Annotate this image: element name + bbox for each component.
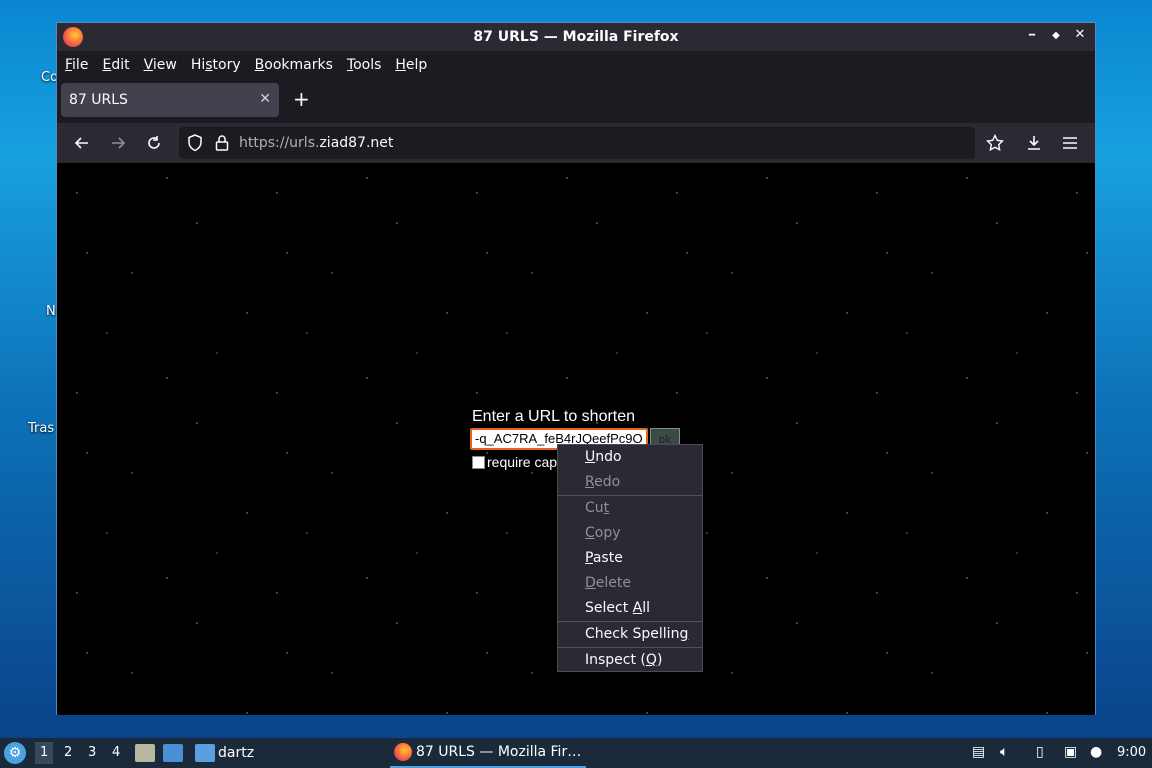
context-menu-select-all[interactable]: Select All (558, 596, 702, 621)
window-titlebar[interactable]: 87 URLS — Mozilla Firefox ━ ◆ ✕ (57, 23, 1095, 51)
file-manager-icon[interactable] (135, 744, 155, 762)
url-prefix: https://urls. (239, 135, 320, 151)
firefox-icon (394, 743, 412, 761)
workspace-4[interactable]: 4 (112, 745, 120, 760)
url-prompt-label: Enter a URL to shorten (472, 408, 636, 425)
tab-87-urls[interactable]: 87 URLS ✕ (61, 83, 279, 117)
desktop-icon[interactable] (163, 744, 183, 762)
context-menu-cut[interactable]: Cut (558, 496, 702, 521)
tab-close-icon[interactable]: ✕ (259, 91, 271, 107)
reload-icon[interactable] (140, 129, 168, 157)
workspace-1[interactable]: 1 (35, 742, 54, 764)
minimize-icon[interactable]: ━ (1025, 27, 1039, 45)
desktop-icon-label-network[interactable]: N (46, 304, 56, 319)
clock: 9:00 (1117, 745, 1147, 760)
url-bar[interactable]: https://urls.ziad87.net (179, 127, 975, 159)
maximize-icon[interactable]: ◆ (1049, 27, 1063, 45)
tab-strip: 87 URLS ✕ + (57, 79, 1095, 123)
network-icon[interactable]: ▣ (1064, 744, 1077, 760)
url-text[interactable]: https://urls.ziad87.net (239, 135, 393, 151)
download-icon[interactable] (1020, 129, 1048, 157)
menu-edit[interactable]: Edit (102, 57, 129, 73)
task-label: 87 URLS — Mozilla Fir… (416, 744, 582, 760)
close-icon[interactable]: ✕ (1073, 27, 1087, 45)
folder-icon[interactable] (195, 744, 215, 762)
volume-icon[interactable]: 🔈︎ (1000, 744, 1008, 760)
firefox-logo-icon (63, 27, 83, 47)
captcha-checkbox[interactable] (472, 455, 485, 469)
context-menu-inspect[interactable]: Inspect (Q) (558, 648, 702, 673)
workspace-2[interactable]: 2 (64, 745, 72, 760)
url-host: ziad87.net (319, 135, 394, 151)
start-menu-icon[interactable]: ⚙ (4, 742, 26, 764)
lock-icon[interactable] (215, 134, 229, 156)
context-menu-paste[interactable]: Paste (558, 546, 702, 571)
context-menu-check-spelling[interactable]: Check Spelling (558, 622, 702, 647)
menu-history[interactable]: History (191, 57, 241, 73)
menu-tools[interactable]: Tools (347, 57, 382, 73)
new-tab-icon[interactable]: + (293, 87, 310, 111)
context-menu: Undo Redo Cut Copy Paste Delete Select A… (557, 444, 703, 672)
taskbar-firefox-task[interactable]: 87 URLS — Mozilla Fir… (390, 738, 586, 768)
menu-bookmarks[interactable]: Bookmarks (255, 57, 333, 73)
menu-view[interactable]: View (144, 57, 177, 73)
menu-icon[interactable] (1056, 129, 1084, 157)
folder-label[interactable]: dartz (218, 745, 254, 761)
taskbar: ⚙ 1 2 3 4 dartz 87 URLS — Mozilla Fir… ▤… (0, 738, 1152, 768)
navigation-toolbar: https://urls.ziad87.net (57, 123, 1095, 163)
shield-icon[interactable] (187, 134, 203, 156)
window-title: 87 URLS — Mozilla Firefox (473, 29, 679, 45)
context-menu-delete[interactable]: Delete (558, 571, 702, 596)
tab-label: 87 URLS (69, 92, 128, 108)
back-icon[interactable] (68, 129, 96, 157)
notification-icon[interactable]: ● (1090, 744, 1102, 760)
context-menu-undo[interactable]: Undo (558, 445, 702, 470)
window-controls: ━ ◆ ✕ (1025, 27, 1087, 45)
clipboard-icon[interactable]: ▤ (972, 744, 985, 760)
desktop-icon-label-trash[interactable]: Tras (28, 421, 54, 436)
menu-file[interactable]: File (65, 57, 88, 73)
menu-help[interactable]: Help (395, 57, 427, 73)
forward-icon[interactable] (104, 129, 132, 157)
workspace-3[interactable]: 3 (88, 745, 96, 760)
menubar: File Edit View History Bookmarks Tools H… (57, 51, 1095, 79)
context-menu-redo[interactable]: Redo (558, 470, 702, 495)
context-menu-copy[interactable]: Copy (558, 521, 702, 546)
star-icon[interactable] (981, 129, 1009, 157)
notes-icon[interactable]: ▯ (1036, 744, 1044, 760)
